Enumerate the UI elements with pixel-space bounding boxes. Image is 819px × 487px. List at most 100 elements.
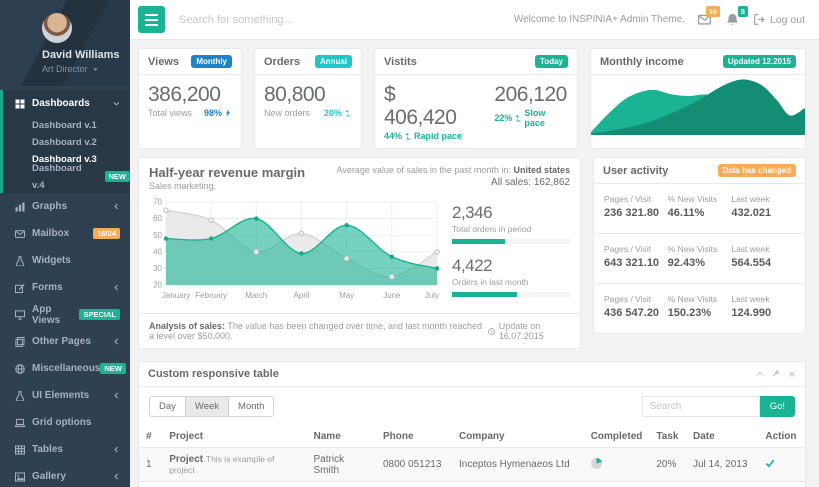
analysis-text: Analysis of sales: The value has been ch… (149, 321, 488, 341)
chevron-down-icon (113, 100, 120, 107)
all-sales-text: All sales: 162,862 (337, 177, 570, 188)
orders-label: New orders (264, 108, 310, 118)
close-icon[interactable] (788, 370, 796, 378)
sidebar-item-label: App Views (32, 304, 79, 326)
sidebar-item-forms[interactable]: Forms (0, 274, 130, 301)
completed-pie-icon (591, 458, 602, 469)
logout-button[interactable]: Log out (754, 14, 805, 26)
avatar[interactable] (42, 13, 72, 43)
sidebar-item-other-pages[interactable]: Other Pages (0, 328, 130, 355)
sidebar-item-label: Tables (32, 444, 63, 455)
sidebar-nav: Dashboards Dashboard v.1Dashboard v.2 Dash… (0, 86, 130, 487)
sidebar-item-miscellaneous[interactable]: MiscellaneousNEW (0, 355, 130, 382)
notifications-icon[interactable]: 8 (726, 13, 741, 26)
sidebar-item-ui-elements[interactable]: UI Elements (0, 382, 130, 409)
user-activity-row: Pages / Visit436 547.20% New Visits150.2… (594, 284, 805, 333)
laptop-icon (15, 418, 25, 428)
sidebar-item-grid-options[interactable]: Grid options (0, 409, 130, 436)
column-header-project: Project (162, 426, 306, 448)
messages-count-badge: 16 (706, 6, 720, 17)
svg-text:20: 20 (153, 281, 162, 290)
sidebar-item-mailbox[interactable]: Mailbox16/24 (0, 220, 130, 247)
sidebar-item-dashboard-v-1[interactable]: Dashboard v.1 (3, 117, 130, 134)
sign-out-icon (754, 14, 765, 25)
views-stat-box: Views Monthly 386,200 Total views 98% (138, 48, 242, 149)
range-button-month[interactable]: Month (228, 396, 274, 417)
range-button-day[interactable]: Day (149, 396, 186, 417)
menu-toggle-button[interactable] (138, 6, 165, 33)
settings-icon[interactable] (772, 370, 780, 378)
orders-value: 80,800 (264, 83, 352, 106)
sidebar-item-app-views[interactable]: App ViewsSPECIAL (0, 301, 130, 328)
orders-month-value: 4,422 (452, 256, 570, 276)
globe-icon (15, 364, 25, 374)
column-header-task: Task (649, 426, 686, 448)
sidebar-item-dashboards[interactable]: Dashboards (3, 90, 130, 117)
messages-icon[interactable]: 16 (698, 13, 713, 26)
orders-period-progressbar (452, 239, 570, 244)
collapse-icon[interactable] (756, 370, 764, 378)
revenue-title: Half-year revenue margin (149, 165, 305, 180)
income-title: Monthly income (600, 56, 684, 68)
sidebar-section-dashboards: Dashboards Dashboard v.1Dashboard v.2 Dash… (0, 90, 130, 193)
income-sparkline-chart (591, 75, 805, 135)
edit-icon (15, 283, 25, 293)
table-row[interactable]: 1Project This is example of projectPatri… (139, 448, 805, 482)
user-role-dropdown[interactable]: Art Director (42, 64, 122, 74)
revenue-subtitle: Sales marketing. (149, 181, 305, 191)
monthly-income-box: Monthly income Updated 12.2015 (590, 48, 806, 149)
sidebar-item-dashboard-v-2[interactable]: Dashboard v.2 (3, 134, 130, 151)
svg-text:30: 30 (153, 264, 162, 273)
check-icon[interactable] (765, 458, 775, 468)
table-title: Custom responsive table (148, 368, 279, 380)
sidebar-badge: 16/24 (93, 228, 120, 240)
activity-value: 46.11% (668, 207, 732, 219)
th-large-icon (15, 99, 25, 109)
visits-title: Vistits (384, 56, 417, 68)
visits-value-1: $ 406,420 (384, 83, 472, 129)
level-up-icon (344, 109, 352, 117)
sidebar-item-widgets[interactable]: Widgets (0, 247, 130, 274)
sidebar-item-tables[interactable]: Tables (0, 436, 130, 463)
user-activity-panel: User activity Data has changed Pages / V… (593, 157, 806, 334)
revenue-chart: 203040506070JanuaryFebruaryMarchAprilMay… (149, 197, 440, 309)
annual-badge: Annual (315, 55, 352, 68)
sidebar-item-label: Dashboards (32, 98, 90, 109)
column-header-name: Name (307, 426, 376, 448)
table-row[interactable]: 2Alpha projectAlice Jackson0500 780909Ne… (139, 482, 805, 487)
sidebar-item-graphs[interactable]: Graphs (0, 193, 130, 220)
activity-value: 432.021 (731, 207, 795, 219)
chevron-left-icon (113, 338, 120, 345)
files-icon (15, 337, 25, 347)
desktop-icon (15, 310, 25, 320)
table-search-input[interactable] (642, 396, 760, 417)
activity-column-label: Last week (731, 194, 795, 204)
responsive-table-panel: Custom responsive table DayWeekMonth Go! (138, 361, 806, 487)
sidebar-item-dashboard-v-4[interactable]: Dashboard v.4NEW (3, 168, 130, 185)
sidebar-item-label: Gallery (32, 471, 66, 482)
sidebar-badge: SPECIAL (79, 309, 120, 321)
sidebar-item-gallery[interactable]: Gallery (0, 463, 130, 487)
sidebar-item-label: Other Pages (32, 336, 91, 347)
data-changed-badge: Data has changed (718, 164, 796, 177)
search-input[interactable] (179, 14, 409, 26)
orders-title: Orders (264, 56, 300, 68)
svg-text:40: 40 (153, 248, 162, 257)
activity-value: 643 321.10 (604, 257, 668, 269)
orders-stat-box: Orders Annual 80,800 New orders 20% (254, 48, 362, 149)
svg-text:January: January (162, 291, 190, 300)
svg-text:February: February (195, 291, 227, 300)
range-button-week[interactable]: Week (185, 396, 229, 417)
svg-text:50: 50 (153, 231, 162, 240)
sidebar-badge: NEW (100, 363, 126, 375)
activity-value: 150.23% (668, 307, 732, 319)
visits-value-2: 206,120 (494, 83, 568, 106)
user-activity-row: Pages / Visit643 321.10% New Visits92.43… (594, 234, 805, 284)
sidebar-item-label: UI Elements (32, 390, 89, 401)
chevron-left-icon (113, 473, 120, 480)
avg-sales-text: Average value of sales in the past month… (337, 165, 570, 175)
sidebar-item-label: Miscellaneous (32, 363, 100, 374)
go-button[interactable]: Go! (760, 396, 795, 417)
orders-month-progressbar (452, 292, 570, 297)
column-header-completed: Completed (584, 426, 650, 448)
